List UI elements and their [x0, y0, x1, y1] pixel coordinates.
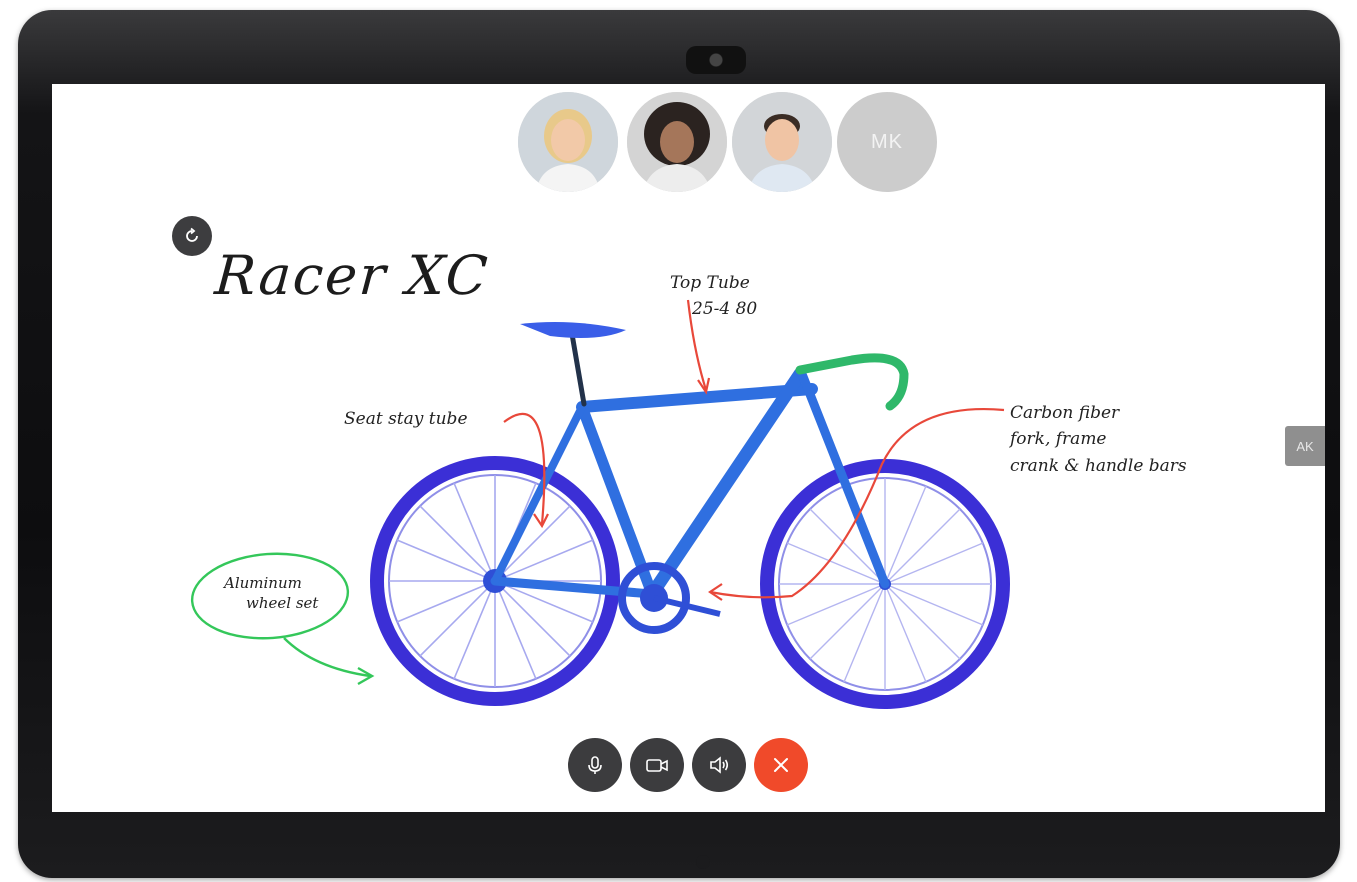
close-icon: [774, 758, 788, 772]
end-call-button[interactable]: [754, 738, 808, 792]
note-wheel-set: Aluminum wheel set: [224, 574, 319, 612]
note-carbon: Carbon fiber fork, frame crank & handle …: [1010, 403, 1187, 476]
note-top-tube: Top Tube 25-4 80: [670, 273, 758, 320]
speaker-button[interactable]: [692, 738, 746, 792]
mute-button[interactable]: [568, 738, 622, 792]
video-button[interactable]: [630, 738, 684, 792]
home-indicator: [696, 855, 710, 869]
speaker-icon: [710, 756, 729, 774]
saddle: [520, 322, 626, 338]
microphone-icon: [588, 756, 602, 774]
meeting-screen: MK AK Racer XC Top Tube 25-4 80 Seat sta…: [52, 84, 1325, 812]
note-seat-stay: Seat stay tube: [344, 409, 468, 429]
arrow-wheel-set: [283, 637, 371, 678]
bike-frame: [490, 331, 890, 601]
camera-icon: [646, 759, 668, 772]
front-camera: [686, 46, 746, 74]
